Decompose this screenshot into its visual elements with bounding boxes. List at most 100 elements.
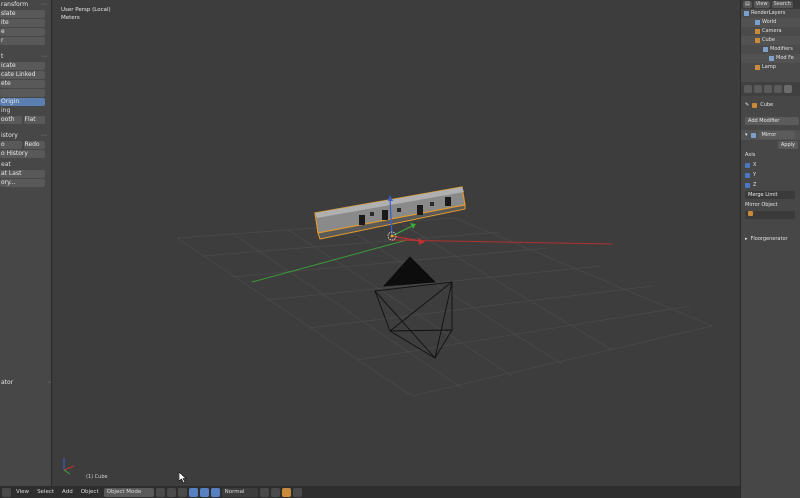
edit-panel-header[interactable]: t ⋯ [0,52,51,61]
rotate-manipulator-icon[interactable] [199,487,209,497]
axis-z-checkbox[interactable] [745,182,750,188]
outliner-row-camera[interactable]: Camera [741,27,800,36]
viewport-header: View Select Add Object Object Mode Norma… [0,486,740,498]
repeat-last-button[interactable]: at Last [0,170,45,178]
axis-x-label: X [753,162,757,168]
redo-button[interactable]: Redo [23,141,45,149]
layers-icon[interactable] [292,487,302,497]
transform-panel-header[interactable]: ransform ⋯ [0,0,51,9]
modifier-name-field[interactable]: Mirror [758,131,795,139]
axis-y-row[interactable]: Y [741,170,800,180]
outliner-view-menu[interactable]: View [753,1,770,8]
add-menu[interactable]: Add [59,488,76,497]
properties-editor: ✎ Cube Add Modifier ▾ Mirror Apply Axis … [740,82,800,498]
view-name-label: User Persp (Local) [61,7,111,13]
render-icon[interactable] [281,487,291,497]
floor-grid [176,217,713,397]
axis-z-row[interactable]: Z [741,180,800,190]
render-tab-icon[interactable] [744,85,752,93]
add-modifier-row: Add Modifier [741,116,800,126]
grip-icon: ⋯ [41,1,47,8]
translate-manipulator-icon[interactable] [188,487,198,497]
modifier-icon [769,56,774,61]
view-menu[interactable]: View [13,488,32,497]
operator-panel-title: ator [1,379,14,386]
apply-button[interactable]: Apply [777,141,798,149]
outliner-search-menu[interactable]: Search [771,1,793,8]
proportional-edit-icon[interactable] [259,487,269,497]
axis-x-checkbox[interactable] [745,162,750,168]
scale-manipulator-icon[interactable] [210,487,220,497]
transform-panel-title: ransform [1,1,29,8]
outliner-row-label: Modifiers [770,46,793,52]
grip-icon: ⋯ [41,53,47,60]
object-icon [748,211,753,216]
scene-tab-icon[interactable] [754,85,762,93]
units-label: Meters [61,15,80,21]
add-modifier-dropdown[interactable]: Add Modifier [745,117,799,125]
axis-z-label: Z [753,182,757,188]
outliner-row-renderlayers[interactable]: RenderLayers [741,9,800,18]
translate-button[interactable]: slate [0,10,45,18]
smooth-button[interactable]: ooth [0,116,22,124]
axis-x-row[interactable]: X [741,160,800,170]
outliner-row-label: Mod Fe [776,55,794,61]
3d-viewport[interactable]: User Persp (Local) Meters (1) Cube [52,0,740,486]
modifier-header[interactable]: ▾ Mirror [741,130,800,140]
duplicate-linked-button[interactable]: cate Linked [0,71,45,79]
orientation-dropdown[interactable]: Normal [221,487,258,497]
object-tab-icon[interactable] [774,85,782,93]
lamp-icon [755,65,760,70]
outliner-row-label: Lamp [762,64,776,70]
mirror-object-field[interactable] [745,211,795,219]
pin-icon[interactable]: ✎ [745,100,749,110]
modifier-tab-icon[interactable] [784,85,792,93]
rotate-button[interactable]: ite [0,19,45,27]
world-tab-icon[interactable] [764,85,772,93]
editor-type-icon[interactable] [2,487,11,497]
camera-object [374,256,453,359]
outliner-type-icon[interactable]: ▤ [743,1,752,8]
mirror-modifier-icon [750,132,756,138]
flat-button[interactable]: Flat [23,116,45,124]
join-button[interactable] [0,89,45,97]
repeat-history-button[interactable]: ory... [0,179,45,187]
axis-y-checkbox[interactable] [745,172,750,178]
outliner-row-modifiers[interactable]: Modifiers [741,45,800,54]
history-panel-title: istory [1,132,18,139]
floorgenerator-panel-header[interactable]: ▸ Floorgenerator [741,234,800,244]
delete-button[interactable]: ete [0,80,45,88]
camera-icon [755,29,760,34]
viewport-canvas[interactable] [52,0,740,486]
outliner-row-mod-fe[interactable]: Mod Fe [741,54,800,63]
outliner-row-world[interactable]: World [741,18,800,27]
select-menu[interactable]: Select [34,488,57,497]
manipulator-toggle-icon[interactable] [177,487,187,497]
repeat-label: eat [1,161,11,168]
axis-orientation-widget [63,458,75,475]
mode-dropdown[interactable]: Object Mode [103,487,154,497]
world-icon [755,20,760,25]
scale-button[interactable]: e [0,28,45,36]
history-panel-header[interactable]: istory ⋯ [0,131,51,140]
undo-history-button[interactable]: o History [0,150,45,158]
undo-button[interactable]: o [0,141,22,149]
duplicate-button[interactable]: icate [0,62,45,70]
object-menu[interactable]: Object [78,488,102,497]
collapse-arrow-icon[interactable]: ▾ [745,130,748,140]
outliner-row-cube[interactable]: Cube [741,36,800,45]
cube-icon [752,102,758,108]
outliner-row-label: World [762,19,777,25]
outliner-row-lamp[interactable]: Lamp [741,63,800,72]
set-origin-button[interactable]: Origin [0,98,45,106]
pivot-icon[interactable] [166,487,176,497]
operator-panel-header[interactable]: ator⋯ [0,378,51,387]
grip-icon: ⋯ [41,132,47,139]
expand-arrow-icon[interactable]: ▸ [745,234,748,244]
mirror-button[interactable]: r [0,37,45,45]
merge-limit-field[interactable]: Merge Limit [745,191,795,199]
apply-row: Apply [741,140,800,150]
snap-icon[interactable] [270,487,280,497]
merge-limit-row: Merge Limit [741,190,800,200]
shading-icon[interactable] [155,487,165,497]
